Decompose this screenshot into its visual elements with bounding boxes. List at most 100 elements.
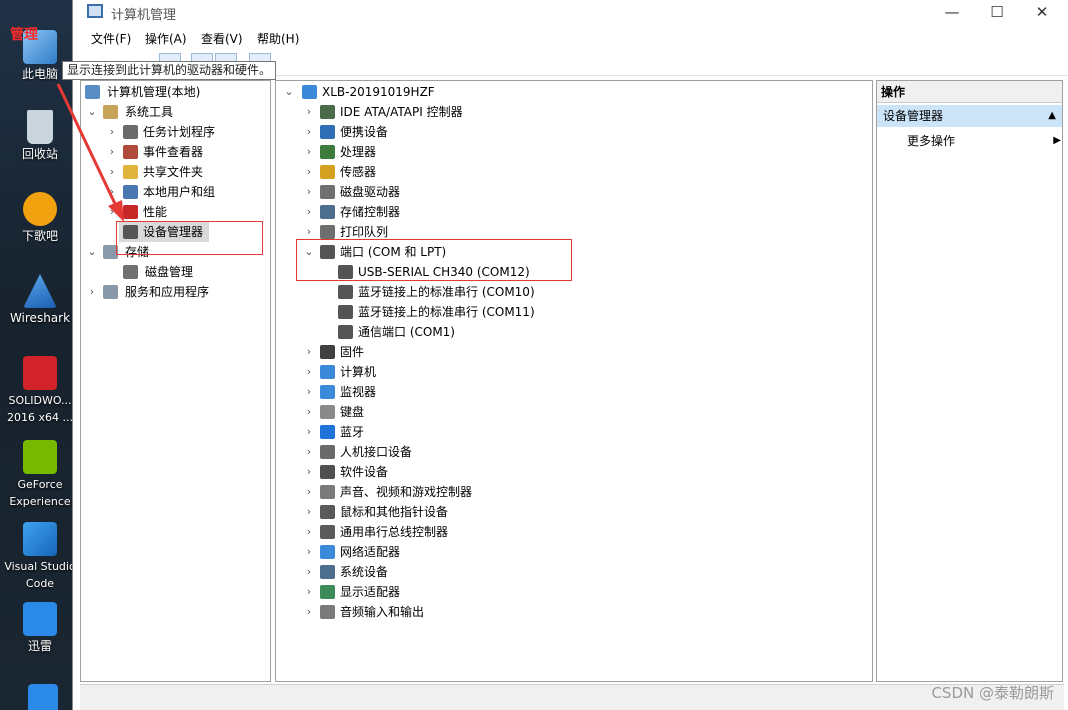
tree-label: 本地用户和组	[143, 185, 216, 199]
desktop-icon-solidworks[interactable]: SOLIDWO... 2016 x64 ...	[0, 356, 80, 426]
chevron-right-icon[interactable]: ›	[304, 602, 314, 622]
device-category[interactable]: › 蓝牙	[280, 422, 870, 442]
desktop-icon-download-app[interactable]: 下歌吧	[0, 192, 80, 245]
desktop-icon-xunlei[interactable]: 迅雷	[0, 602, 80, 655]
tree-item-event-viewer[interactable]: › 事件查看器	[85, 142, 270, 162]
tree-label: 系统设备	[340, 565, 389, 579]
desktop-icon-label: SOLIDWO... 2016 x64 ...	[7, 394, 73, 424]
tree-item-device-manager[interactable]: 设备管理器	[119, 222, 209, 242]
chevron-right-icon: ▶	[1053, 135, 1061, 146]
device-category[interactable]: › 便携设备	[280, 122, 870, 142]
device-root[interactable]: ⌄ XLB-20191019HZF	[280, 82, 870, 102]
audio-io-icon	[320, 605, 335, 619]
chevron-right-icon[interactable]: ›	[304, 402, 314, 422]
menu-bar: 文件(F) 操作(A) 查看(V) 帮助(H)	[73, 28, 1068, 48]
chevron-right-icon[interactable]: ›	[304, 422, 314, 442]
menu-action[interactable]: 操作(A)	[145, 30, 187, 47]
port-item[interactable]: 蓝牙链接上的标准串行 (COM10)	[280, 282, 870, 302]
annotation-label: 管理	[10, 27, 38, 43]
device-category[interactable]: › 键盘	[280, 402, 870, 422]
device-category[interactable]: › 鼠标和其他指针设备	[280, 502, 870, 522]
device-category-ports[interactable]: ⌄ 端口 (COM 和 LPT)	[280, 242, 870, 262]
tree-item-performance[interactable]: › 性能	[85, 202, 270, 222]
chevron-right-icon[interactable]: ›	[304, 542, 314, 562]
collapse-up-icon[interactable]: ▲	[1048, 105, 1056, 127]
tree-system-tools[interactable]: ⌄ 系统工具	[85, 102, 270, 122]
desktop-icon-geforce[interactable]: GeForce Experience	[0, 440, 80, 510]
chevron-right-icon[interactable]: ›	[107, 182, 117, 202]
device-category[interactable]: › 声音、视频和游戏控制器	[280, 482, 870, 502]
maximize-button[interactable]: ☐	[974, 0, 1020, 26]
monitor-icon	[320, 385, 335, 399]
tree-label: 鼠标和其他指针设备	[340, 505, 449, 519]
chevron-down-icon[interactable]: ⌄	[87, 102, 97, 122]
tree-item-users[interactable]: › 本地用户和组	[85, 182, 270, 202]
tree-services[interactable]: › 服务和应用程序	[85, 282, 270, 302]
minimize-button[interactable]: —	[929, 0, 975, 26]
desktop-icon-vscode[interactable]: Visual Studio Code	[0, 522, 80, 592]
desktop-icon-wireshark[interactable]: Wireshark	[0, 274, 80, 327]
chevron-right-icon[interactable]: ›	[304, 222, 314, 242]
device-category[interactable]: › 人机接口设备	[280, 442, 870, 462]
chevron-right-icon[interactable]: ›	[304, 382, 314, 402]
device-category[interactable]: › 处理器	[280, 142, 870, 162]
chevron-right-icon[interactable]: ›	[304, 122, 314, 142]
device-category[interactable]: › 磁盘驱动器	[280, 182, 870, 202]
chevron-down-icon[interactable]: ⌄	[87, 242, 97, 262]
menu-help[interactable]: 帮助(H)	[257, 30, 299, 47]
chevron-down-icon[interactable]: ⌄	[304, 242, 314, 262]
tree-label: 系统工具	[125, 105, 174, 119]
chevron-right-icon[interactable]: ›	[304, 462, 314, 482]
more-actions[interactable]: 更多操作 ▶	[907, 131, 1061, 151]
device-category[interactable]: › 监视器	[280, 382, 870, 402]
chevron-right-icon[interactable]: ›	[107, 202, 117, 222]
tree-label: 设备管理器	[143, 225, 204, 239]
tree-disk-management[interactable]: 磁盘管理	[85, 262, 270, 282]
device-category[interactable]: › 显示适配器	[280, 582, 870, 602]
menu-view[interactable]: 查看(V)	[201, 30, 243, 47]
actions-section-device-manager[interactable]: 设备管理器 ▲	[877, 105, 1062, 127]
device-category[interactable]: › 网络适配器	[280, 542, 870, 562]
device-category[interactable]: › 打印队列	[280, 222, 870, 242]
chevron-right-icon[interactable]: ›	[304, 562, 314, 582]
device-category[interactable]: › 软件设备	[280, 462, 870, 482]
port-item[interactable]: USB-SERIAL CH340 (COM12)	[280, 262, 870, 282]
chevron-right-icon[interactable]: ›	[304, 102, 314, 122]
device-category[interactable]: › 系统设备	[280, 562, 870, 582]
chevron-right-icon[interactable]: ›	[107, 122, 117, 142]
chevron-right-icon[interactable]: ›	[304, 162, 314, 182]
desktop-icon-recycle-bin[interactable]: 回收站	[0, 110, 80, 163]
tree-item-shared-folder[interactable]: › 共享文件夹	[85, 162, 270, 182]
chevron-right-icon[interactable]: ›	[304, 362, 314, 382]
chevron-right-icon[interactable]: ›	[107, 142, 117, 162]
chevron-right-icon[interactable]: ›	[304, 482, 314, 502]
chevron-right-icon[interactable]: ›	[304, 522, 314, 542]
tree-label: 便携设备	[340, 125, 389, 139]
device-category[interactable]: › 存储控制器	[280, 202, 870, 222]
chevron-right-icon[interactable]: ›	[304, 502, 314, 522]
device-category[interactable]: › 音频输入和输出	[280, 602, 870, 622]
chevron-right-icon[interactable]: ›	[87, 282, 97, 302]
close-button[interactable]: ✕	[1019, 0, 1065, 26]
chevron-right-icon[interactable]: ›	[304, 202, 314, 222]
tree-label: 网络适配器	[340, 545, 401, 559]
device-category[interactable]: › IDE ATA/ATAPI 控制器	[280, 102, 870, 122]
device-category[interactable]: › 计算机	[280, 362, 870, 382]
chevron-down-icon[interactable]: ⌄	[284, 82, 294, 102]
device-category[interactable]: › 通用串行总线控制器	[280, 522, 870, 542]
device-category[interactable]: › 传感器	[280, 162, 870, 182]
tree-item-clock[interactable]: › 任务计划程序	[85, 122, 270, 142]
chevron-right-icon[interactable]: ›	[304, 442, 314, 462]
tree-storage[interactable]: ⌄ 存储	[85, 242, 270, 262]
port-item[interactable]: 通信端口 (COM1)	[280, 322, 870, 342]
chevron-right-icon[interactable]: ›	[304, 582, 314, 602]
port-item[interactable]: 蓝牙链接上的标准串行 (COM11)	[280, 302, 870, 322]
chevron-right-icon[interactable]: ›	[304, 182, 314, 202]
menu-file[interactable]: 文件(F)	[91, 30, 131, 47]
chevron-right-icon[interactable]: ›	[304, 142, 314, 162]
event-viewer-icon	[123, 145, 138, 159]
chevron-right-icon[interactable]: ›	[304, 342, 314, 362]
tree-root[interactable]: 计算机管理(本地)	[85, 82, 270, 102]
device-category[interactable]: › 固件	[280, 342, 870, 362]
chevron-right-icon[interactable]: ›	[107, 162, 117, 182]
